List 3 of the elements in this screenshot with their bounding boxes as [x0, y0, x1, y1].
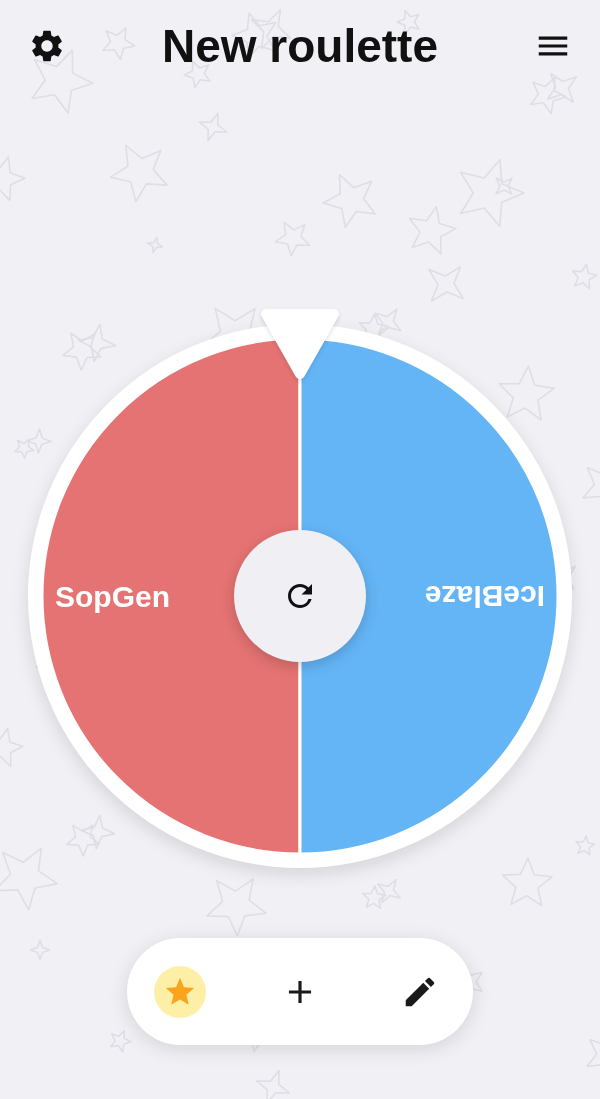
segment-label: IceBlaze: [424, 579, 545, 613]
page-title: New roulette: [161, 23, 438, 69]
segment-label: SopGen: [55, 579, 170, 613]
